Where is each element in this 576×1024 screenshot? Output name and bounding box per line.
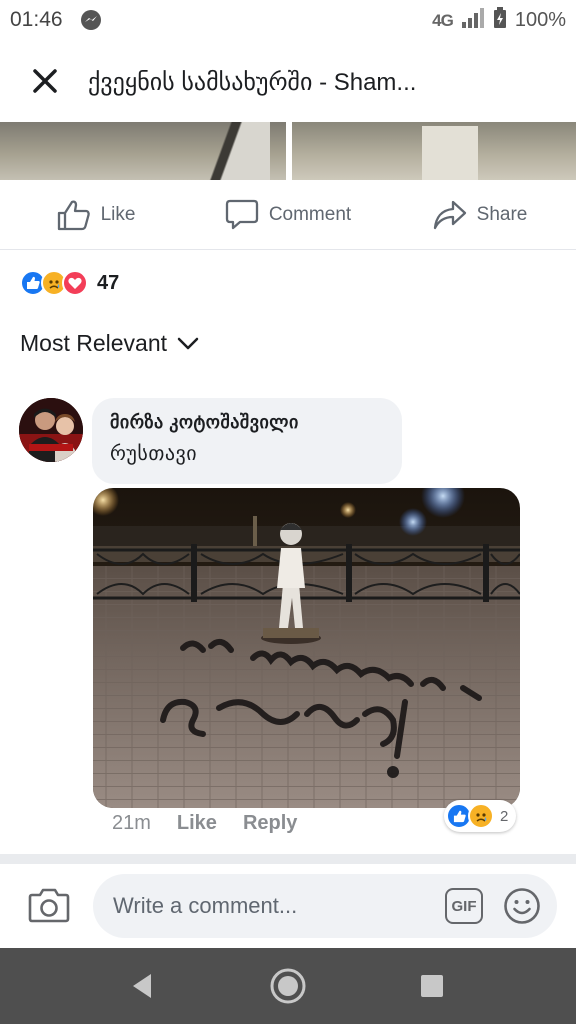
close-button[interactable] <box>22 58 68 104</box>
comment-button[interactable]: Comment <box>192 180 384 249</box>
back-button[interactable] <box>122 966 162 1006</box>
comment-bubble-icon <box>225 199 258 229</box>
like-label: Like <box>100 203 136 225</box>
reactions-summary[interactable]: 47 <box>20 270 119 296</box>
comment-bubble: მირზა კოტოშაშვილი რუსთავი <box>92 398 402 484</box>
post-photo-1[interactable] <box>0 122 286 180</box>
smiley-icon <box>504 888 540 924</box>
back-triangle-icon <box>133 974 151 998</box>
sort-label: Most Relevant <box>20 330 168 356</box>
comment-time: 21m <box>112 812 151 834</box>
comment-reactions[interactable]: 2 <box>444 800 517 832</box>
status-time: 01:46 <box>10 8 63 31</box>
battery-percent: 100% <box>514 9 566 31</box>
system-nav-bar <box>0 948 576 1024</box>
comment-author[interactable]: მირზა კოტოშაშვილი <box>110 412 384 433</box>
avatar[interactable] <box>19 398 83 462</box>
camera-button[interactable] <box>28 886 70 929</box>
camera-icon <box>28 888 70 923</box>
reaction-count: 47 <box>97 271 120 294</box>
share-label: Share <box>476 203 528 225</box>
section-divider <box>0 854 576 864</box>
share-button[interactable]: Share <box>384 180 576 249</box>
comment-text: რუსთავი <box>110 443 198 465</box>
emoji-button[interactable] <box>503 887 541 930</box>
signal-icon <box>461 7 485 34</box>
like-button[interactable]: Like <box>0 180 192 249</box>
battery-icon <box>493 7 507 34</box>
chevron-down-icon <box>177 337 199 349</box>
post-photos <box>0 122 576 180</box>
home-circle-icon <box>270 968 306 1004</box>
post-photo-2[interactable] <box>292 122 576 180</box>
thumbs-up-icon <box>57 199 90 230</box>
recents-button[interactable] <box>412 966 452 1006</box>
comment-reply-button[interactable]: Reply <box>243 812 297 835</box>
network-indicator: 4G <box>432 10 454 30</box>
sad-reaction-icon <box>468 803 494 829</box>
love-reaction-icon <box>62 270 88 296</box>
comment-like-button[interactable]: Like <box>177 812 217 835</box>
comment-label: Comment <box>268 203 352 225</box>
messenger-notification-icon <box>80 9 102 36</box>
comment-composer: GIF <box>0 864 576 948</box>
comment-reaction-count: 2 <box>500 807 509 825</box>
comment-input[interactable] <box>93 874 557 938</box>
share-arrow-icon <box>433 200 466 229</box>
close-icon <box>33 69 57 93</box>
top-bar: ქვეყნის სამსახურში - Sham... <box>0 40 576 122</box>
post-actions: Like Comment Share <box>0 180 576 250</box>
gif-button[interactable]: GIF <box>445 888 483 924</box>
home-button[interactable] <box>268 966 308 1006</box>
sort-dropdown[interactable]: Most Relevant <box>20 330 199 357</box>
post-title: ქვეყნის სამსახურში - Sham... <box>88 69 417 96</box>
comment-photo[interactable] <box>93 488 520 808</box>
recents-square-icon <box>421 975 443 997</box>
comment-meta: 21m Like Reply <box>112 812 297 835</box>
status-bar: 01:46 4G 100% <box>0 0 576 40</box>
